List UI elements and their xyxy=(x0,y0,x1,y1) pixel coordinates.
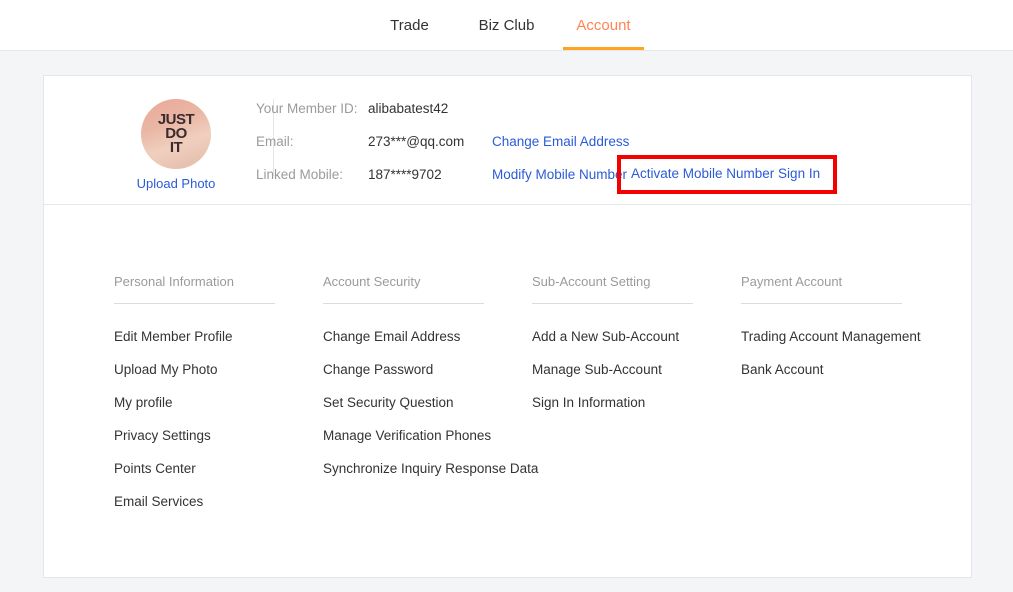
email-value: 273***@qq.com xyxy=(368,134,465,149)
link-sign-in-information[interactable]: Sign In Information xyxy=(532,386,741,419)
link-change-password[interactable]: Change Password xyxy=(323,353,532,386)
change-email-address-link[interactable]: Change Email Address xyxy=(492,134,629,149)
column-title-personal-information: Personal Information xyxy=(114,274,275,304)
link-synchronize-inquiry-response-data[interactable]: Synchronize Inquiry Response Data xyxy=(323,452,538,485)
top-navigation: Trade Biz Club Account xyxy=(0,0,1013,51)
activate-mobile-number-sign-in-link[interactable]: Activate Mobile Number Sign In xyxy=(631,166,820,181)
member-id-label: Your Member ID: xyxy=(256,101,358,116)
link-bank-account[interactable]: Bank Account xyxy=(741,353,950,386)
member-info-block: Your Member ID: alibabatest42 Email: 273… xyxy=(256,101,629,200)
avatar-block: JUST DO IT Upload Photo xyxy=(128,99,224,193)
column-personal-information: Personal Information Edit Member Profile… xyxy=(114,274,323,518)
column-account-security: Account Security Change Email Address Ch… xyxy=(323,274,538,518)
email-row: Email: 273***@qq.com Change Email Addres… xyxy=(256,134,629,167)
column-links-sub-account-setting: Add a New Sub-Account Manage Sub-Account… xyxy=(532,320,741,419)
tab-account[interactable]: Account xyxy=(555,0,652,50)
column-links-account-security: Change Email Address Change Password Set… xyxy=(323,320,538,485)
linked-mobile-label: Linked Mobile: xyxy=(256,167,344,182)
linked-mobile-value: 187****9702 xyxy=(368,167,442,182)
link-columns: Personal Information Edit Member Profile… xyxy=(114,274,950,518)
link-change-email-address[interactable]: Change Email Address xyxy=(323,320,532,353)
link-trading-account-management[interactable]: Trading Account Management xyxy=(741,320,950,353)
column-links-personal-information: Edit Member Profile Upload My Photo My p… xyxy=(114,320,323,518)
modify-mobile-number-link[interactable]: Modify Mobile Number xyxy=(492,167,627,182)
link-add-a-new-sub-account[interactable]: Add a New Sub-Account xyxy=(532,320,741,353)
upload-photo-link[interactable]: Upload Photo xyxy=(137,176,216,191)
profile-header: JUST DO IT Upload Photo Your Member ID: … xyxy=(44,76,971,205)
email-label: Email: xyxy=(256,134,294,149)
tab-account-label: Account xyxy=(576,16,631,34)
column-sub-account-setting: Sub-Account Setting Add a New Sub-Accoun… xyxy=(532,274,741,518)
column-payment-account: Payment Account Trading Account Manageme… xyxy=(741,274,950,518)
link-points-center[interactable]: Points Center xyxy=(114,452,323,485)
member-id-value: alibabatest42 xyxy=(368,101,449,116)
link-upload-my-photo[interactable]: Upload My Photo xyxy=(114,353,323,386)
tab-biz-club[interactable]: Biz Club xyxy=(458,0,555,50)
column-links-payment-account: Trading Account Management Bank Account xyxy=(741,320,950,386)
tab-trade-label: Trade xyxy=(390,16,429,34)
linked-mobile-row: Linked Mobile: 187****9702 Modify Mobile… xyxy=(256,167,629,200)
avatar-line-3: IT xyxy=(169,139,183,156)
member-id-row: Your Member ID: alibabatest42 xyxy=(256,101,629,134)
avatar-text: JUST DO IT xyxy=(141,112,211,156)
link-privacy-settings[interactable]: Privacy Settings xyxy=(114,419,323,452)
link-manage-verification-phones[interactable]: Manage Verification Phones xyxy=(323,419,532,452)
link-set-security-question[interactable]: Set Security Question xyxy=(323,386,532,419)
tab-trade[interactable]: Trade xyxy=(361,0,458,50)
link-edit-member-profile[interactable]: Edit Member Profile xyxy=(114,320,323,353)
column-title-payment-account: Payment Account xyxy=(741,274,902,304)
column-title-sub-account-setting: Sub-Account Setting xyxy=(532,274,693,304)
column-title-account-security: Account Security xyxy=(323,274,484,304)
tab-active-underline xyxy=(563,47,644,50)
link-email-services[interactable]: Email Services xyxy=(114,485,323,518)
tab-biz-club-label: Biz Club xyxy=(478,16,535,34)
link-manage-sub-account[interactable]: Manage Sub-Account xyxy=(532,353,741,386)
account-card: JUST DO IT Upload Photo Your Member ID: … xyxy=(43,75,972,578)
link-my-profile[interactable]: My profile xyxy=(114,386,323,419)
avatar[interactable]: JUST DO IT xyxy=(141,99,211,169)
